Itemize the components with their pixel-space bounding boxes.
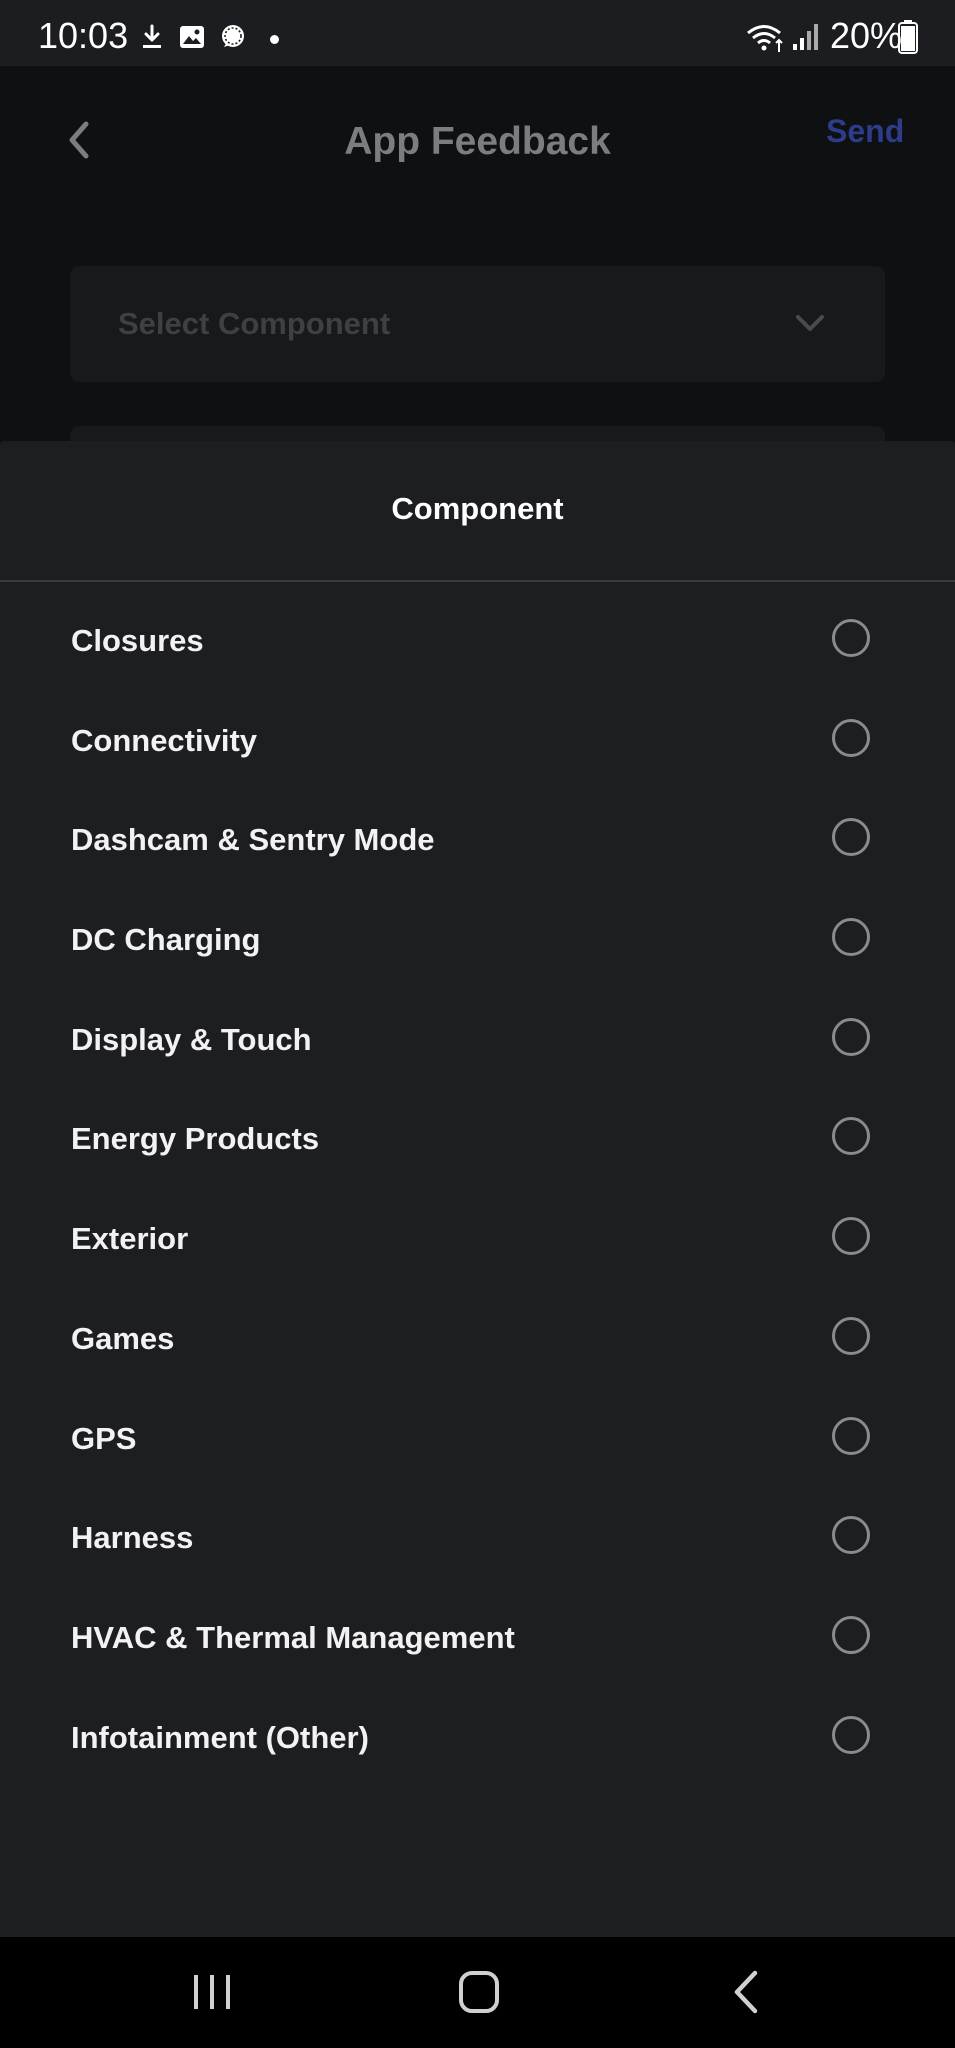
component-select[interactable]: Select Component [70,266,885,382]
status-bar: 10:03 20% [0,0,955,66]
system-nav-bar [0,1937,955,2048]
notification-dot-icon [270,35,279,44]
radio-button[interactable] [832,1615,870,1654]
option-games[interactable]: Games [0,1289,955,1389]
radio-button[interactable] [832,1715,870,1754]
chevron-down-icon [796,315,824,331]
chat-bubble-icon [222,25,244,47]
option-label: Infotainment (Other) [71,1719,369,1755]
signal-icon [793,24,818,50]
back-icon[interactable] [717,1967,777,2017]
page-title: App Feedback [344,120,611,163]
option-infotainment-other[interactable]: Infotainment (Other) [0,1688,955,1788]
select-placeholder: Select Component [118,306,391,341]
download-icon [143,24,161,48]
component-sheet: Component Closures Connectivity Dashcam … [0,441,955,1937]
option-label: Dashcam & Sentry Mode [71,822,435,858]
radio-button[interactable] [832,1416,870,1455]
sheet-title: Component [391,491,564,526]
option-label: DC Charging [71,922,261,958]
option-label: Closures [71,623,204,658]
send-button[interactable]: Send [826,110,904,152]
option-display-touch[interactable]: Display & Touch [0,990,955,1090]
option-label: GPS [71,1420,137,1456]
radio-button[interactable] [832,818,870,857]
option-connectivity[interactable]: Connectivity [0,691,955,791]
option-closures[interactable]: Closures [0,591,955,691]
recent-apps-icon[interactable] [182,1967,242,2017]
image-icon [180,26,204,48]
status-time: 10:03 [38,15,129,56]
radio-button[interactable] [832,1516,870,1555]
radio-button[interactable] [832,918,870,957]
radio-button[interactable] [832,1316,870,1355]
option-label: Display & Touch [71,1021,312,1057]
option-gps[interactable]: GPS [0,1389,955,1489]
wifi-icon [747,25,783,52]
option-exterior[interactable]: Exterior [0,1189,955,1289]
option-dashcam-sentry[interactable]: Dashcam & Sentry Mode [0,790,955,890]
option-energy-products[interactable]: Energy Products [0,1089,955,1189]
option-hvac-thermal[interactable]: HVAC & Thermal Management [0,1588,955,1688]
option-label: Harness [71,1520,194,1556]
option-dc-charging[interactable]: DC Charging [0,890,955,990]
option-list: Closures Connectivity Dashcam & Sentry M… [0,591,955,1787]
radio-button[interactable] [832,1217,870,1256]
battery-icon [898,20,918,54]
home-icon[interactable] [449,1967,509,2017]
radio-button[interactable] [832,1117,870,1156]
divider [0,580,955,582]
option-harness[interactable]: Harness [0,1488,955,1588]
option-label: HVAC & Thermal Management [71,1619,515,1655]
option-label: Energy Products [71,1121,320,1157]
option-label: Connectivity [71,722,258,758]
radio-button[interactable] [832,619,870,657]
option-label: Exterior [71,1221,189,1257]
radio-button[interactable] [832,718,870,757]
option-label: Games [71,1320,175,1356]
battery-percentage: 20% [830,15,903,56]
screen: 10:03 20% App Feedback Send Select Compo… [0,0,955,2048]
radio-button[interactable] [832,1017,870,1056]
